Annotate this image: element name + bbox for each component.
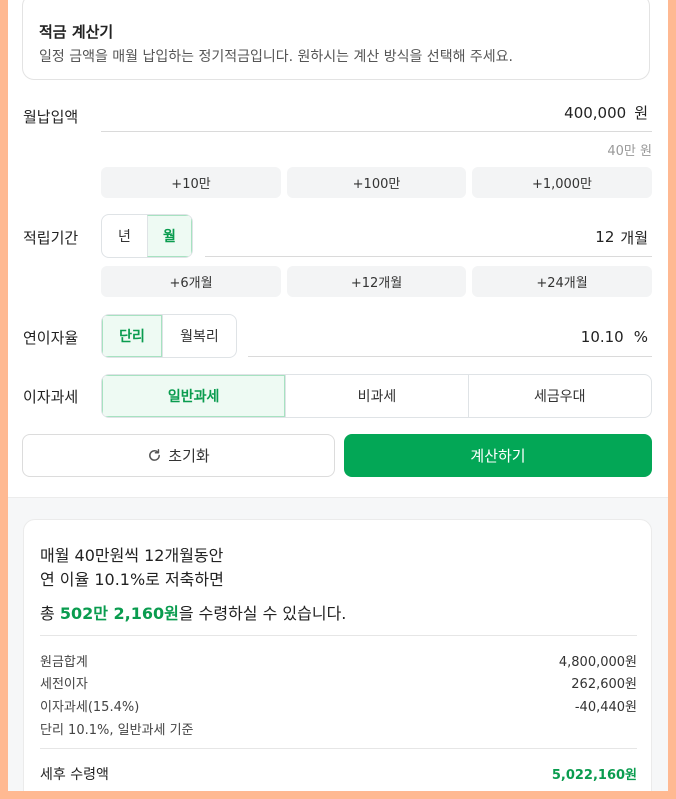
after-tax-row: 세후 수령액 5,022,160원 — [40, 764, 637, 784]
add-12months-button[interactable]: +12개월 — [287, 266, 466, 297]
add-6months-button[interactable]: +6개월 — [101, 266, 281, 297]
result-total-line: 총 502만 2,160원을 수령하실 수 있습니다. — [40, 600, 346, 624]
monthly-deposit-input[interactable]: 400,000 원 — [101, 94, 652, 132]
refresh-icon — [149, 448, 161, 461]
page-description: 일정 금액을 매월 납입하는 정기적금입니다. 원하시는 계산 방식을 선택해 … — [39, 49, 513, 65]
monthly-deposit-unit: 원 — [634, 104, 648, 122]
tax-label: 이자과세 — [23, 388, 79, 406]
calculate-button[interactable]: 계산하기 — [344, 434, 652, 477]
period-label: 적립기간 — [23, 229, 79, 247]
after-tax-value: 5,022,160원 — [551, 768, 637, 783]
period-unit: 개월 — [620, 228, 648, 247]
tax-option-preferential[interactable]: 세금우대 — [467, 375, 651, 417]
rate-label: 연이자율 — [23, 329, 79, 347]
rate-type-simple[interactable]: 단리 — [102, 315, 162, 357]
calculation-basis: 단리 10.1%, 일반과세 기준 — [40, 723, 194, 738]
tax-type-toggle: 일반과세 비과세 세금우대 — [101, 374, 652, 418]
monthly-deposit-hint: 40만 원 — [607, 144, 652, 159]
detail-row-pretax-interest: 세전이자 262,600원 — [40, 673, 637, 692]
result-total-prefix: 총 — [40, 604, 60, 623]
after-tax-label: 세후 수령액 — [40, 767, 109, 783]
detail-value: 262,600원 — [571, 677, 637, 692]
add-24months-button[interactable]: +24개월 — [472, 266, 652, 297]
add-100man-button[interactable]: +100만 — [287, 167, 466, 198]
tax-option-exempt[interactable]: 비과세 — [285, 375, 467, 417]
result-card: 매월 40만원씩 12개월동안 연 이율 10.1%로 저축하면 총 502만 … — [23, 519, 652, 791]
reset-button[interactable]: 초기화 — [22, 434, 335, 477]
add-1000man-button[interactable]: +1,000만 — [472, 167, 652, 198]
add-10man-button[interactable]: +10만 — [101, 167, 281, 198]
period-unit-toggle: 년 월 — [101, 214, 193, 258]
rate-input[interactable]: 10.10 % — [248, 318, 652, 357]
period-unit-year[interactable]: 년 — [102, 215, 147, 257]
detail-label: 원금합계 — [40, 655, 88, 670]
tax-option-general[interactable]: 일반과세 — [102, 375, 286, 417]
period-unit-month[interactable]: 월 — [146, 215, 192, 257]
divider — [40, 748, 637, 749]
detail-value: -40,440원 — [574, 700, 637, 715]
rate-unit: % — [633, 328, 648, 346]
monthly-deposit-label: 월납입액 — [23, 108, 79, 126]
result-total-amount: 502만 2,160원 — [59, 604, 179, 623]
rate-type-monthly-compound[interactable]: 월복리 — [162, 315, 236, 357]
calculator-frame: 적금 계산기 일정 금액을 매월 납입하는 정기적금입니다. 원하시는 계산 방… — [8, 0, 668, 791]
monthly-deposit-value: 400,000 — [564, 103, 627, 122]
detail-value: 4,800,000원 — [558, 655, 637, 670]
result-total-suffix: 을 수령하실 수 있습니다. — [178, 604, 347, 623]
page-title: 적금 계산기 — [39, 23, 114, 41]
intro-card: 적금 계산기 일정 금액을 매월 납입하는 정기적금입니다. 원하시는 계산 방… — [22, 0, 650, 80]
detail-label: 세전이자 — [40, 677, 88, 692]
detail-label: 이자과세(15.4%) — [40, 700, 140, 715]
divider — [40, 635, 637, 636]
result-summary-line2: 연 이율 10.1%로 저축하면 — [40, 570, 224, 589]
rate-value: 10.10 — [580, 328, 624, 346]
rate-type-toggle: 단리 월복리 — [101, 314, 237, 358]
result-summary-line1: 매월 40만원씩 12개월동안 — [40, 546, 224, 565]
detail-row-principal: 원금합계 4,800,000원 — [40, 651, 637, 670]
detail-row-interest-tax: 이자과세(15.4%) -40,440원 — [40, 696, 637, 715]
period-input[interactable]: 12 개월 — [205, 218, 652, 257]
reset-button-label: 초기화 — [168, 447, 210, 465]
period-value: 12 — [595, 228, 615, 246]
